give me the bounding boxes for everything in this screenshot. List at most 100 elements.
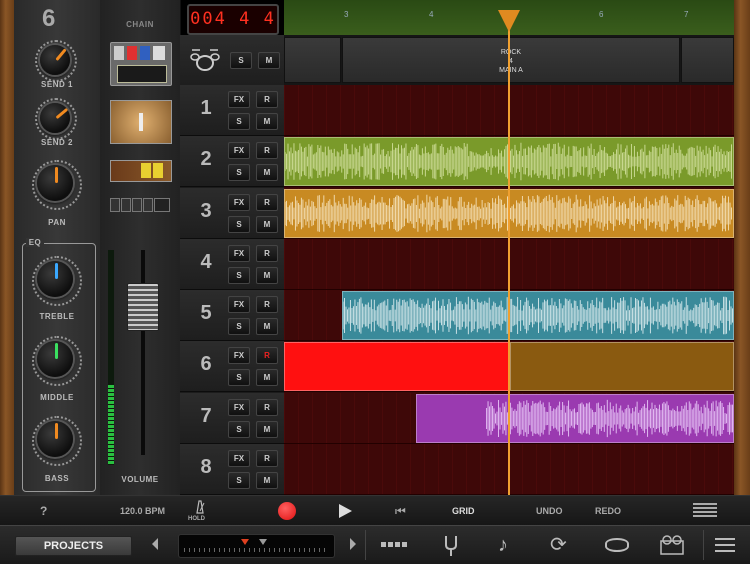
record-enable-button[interactable]: R [256,296,278,313]
drum-icon[interactable] [605,538,629,552]
mute-button[interactable]: M [256,164,278,182]
record-enable-button[interactable]: R [256,142,278,160]
record-enable-button[interactable]: R [256,449,278,467]
tuner-icon[interactable] [443,535,459,561]
pedalboard-thumbnail[interactable] [110,42,172,86]
projects-button[interactable]: PROJECTS [15,536,132,556]
redo-button[interactable]: REDO [595,506,621,516]
drummer-pattern-label: ROCK 4 MAIN A [499,49,523,74]
audio-region[interactable] [416,393,734,443]
solo-button[interactable]: S [228,318,250,335]
mute-button[interactable]: M [256,471,278,489]
track-number: 5 [200,302,212,324]
audio-region[interactable] [284,342,510,392]
menu-icon[interactable] [715,538,735,552]
chain-label: CHAIN [126,20,154,29]
track-header[interactable]: 3 FX R S M [180,187,284,239]
record-enable-button[interactable]: R [256,244,278,262]
bar-number: 4 [429,10,434,19]
note-icon[interactable]: ♪ [498,535,508,555]
fx-button[interactable]: FX [228,347,250,365]
bottom-divider [365,530,366,560]
rewind-icon[interactable]: ⏮ [395,505,406,517]
amp-cabinet-thumbnail[interactable] [110,100,172,144]
volume-meter-level [108,385,114,465]
mute-button[interactable]: M [256,420,278,438]
undo-button[interactable]: UNDO [536,506,563,516]
record-enable-button[interactable]: R [256,347,278,365]
solo-button[interactable]: S [228,266,250,284]
mixer-toggle-icon[interactable] [693,503,717,517]
mute-button[interactable]: M [256,369,278,387]
audio-region[interactable] [342,291,734,340]
drum-kit-icon [190,45,220,73]
amp-head-thumbnail[interactable] [110,160,172,182]
pan-knob[interactable] [37,165,73,201]
record-icon[interactable] [278,502,296,520]
drummer-solo-button[interactable]: S [230,52,252,69]
mixer-panel: 6 SEND 1 SEND 2 PAN EQ TREBLE MIDDLE BAS… [14,0,101,495]
send2-knob[interactable] [40,103,70,133]
bass-knob[interactable] [37,421,73,457]
drummer-region[interactable]: ROCK 4 MAIN A [342,37,680,83]
mute-button[interactable]: M [256,215,278,233]
audio-region[interactable] [510,342,734,392]
waveform [343,296,733,335]
playhead-marker[interactable] [498,10,520,32]
loop-icon[interactable]: ⟳ [550,535,567,555]
mixer-track-number: 6 [42,5,56,32]
playhead-line [508,20,510,495]
mute-button[interactable]: M [256,113,278,130]
record-enable-button[interactable]: R [256,91,278,108]
track-header[interactable]: 4 FX R S M [180,238,284,290]
drummer-mute-button[interactable]: M [258,52,280,69]
scroll-left-icon[interactable] [152,538,158,550]
solo-button[interactable]: S [228,369,250,387]
fx-button[interactable]: FX [228,398,250,416]
middle-knob[interactable] [37,341,73,377]
track-header[interactable]: 8 FX R S M [180,443,284,495]
fx-button[interactable]: FX [228,449,250,467]
scroll-right-icon[interactable] [350,538,356,550]
fx-button[interactable]: FX [228,142,250,160]
solo-button[interactable]: S [228,215,250,233]
track-header[interactable]: 1 FX R S M [180,85,284,136]
fx-button[interactable]: FX [228,296,250,313]
position-display[interactable]: 004 4 4 [187,4,279,35]
track-number: 6 [200,353,212,376]
volume-fader-handle[interactable] [127,283,159,331]
track-headers: 1 FX R S M 2 FX R S M 3 FX R S M 4 FX R S M 5 FX R S M 6 FX R S M 7 FX R… [180,85,284,495]
help-button[interactable]: ? [40,504,47,518]
fx-button[interactable]: FX [228,244,250,262]
grid-button[interactable]: GRID [452,506,475,516]
solo-button[interactable]: S [228,420,250,438]
bar-number: 6 [599,10,604,19]
solo-button[interactable]: S [228,471,250,489]
record-enable-button[interactable]: R [256,398,278,416]
mute-button[interactable]: M [256,318,278,335]
track-number: 8 [200,455,212,478]
solo-button[interactable]: S [228,164,250,182]
fx-button[interactable]: FX [228,91,250,108]
metronome-icon[interactable] [193,500,207,514]
tape-icon[interactable] [660,535,684,555]
stomp-row[interactable] [110,198,170,212]
drummer-region-right[interactable] [681,37,734,83]
treble-knob[interactable] [37,261,73,297]
tempo-display[interactable]: 120.0 BPM [120,506,165,516]
mute-button[interactable]: M [256,266,278,284]
track-header[interactable]: 7 FX R S M [180,392,284,444]
track-header[interactable]: 2 FX R S M [180,136,284,188]
play-icon[interactable] [339,504,352,518]
track-header[interactable]: 5 FX R S M [180,290,284,341]
left-wood-panel [0,0,14,525]
overview-scrubber[interactable] [178,534,335,558]
hold-label: HOLD [188,516,205,522]
track-header[interactable]: 6 FX R S M [180,341,284,393]
send1-knob[interactable] [40,45,70,75]
tracks-view-icon[interactable] [381,542,407,547]
record-enable-button[interactable]: R [256,193,278,211]
fx-button[interactable]: FX [228,193,250,211]
drummer-region-left[interactable] [284,37,341,83]
solo-button[interactable]: S [228,113,250,130]
